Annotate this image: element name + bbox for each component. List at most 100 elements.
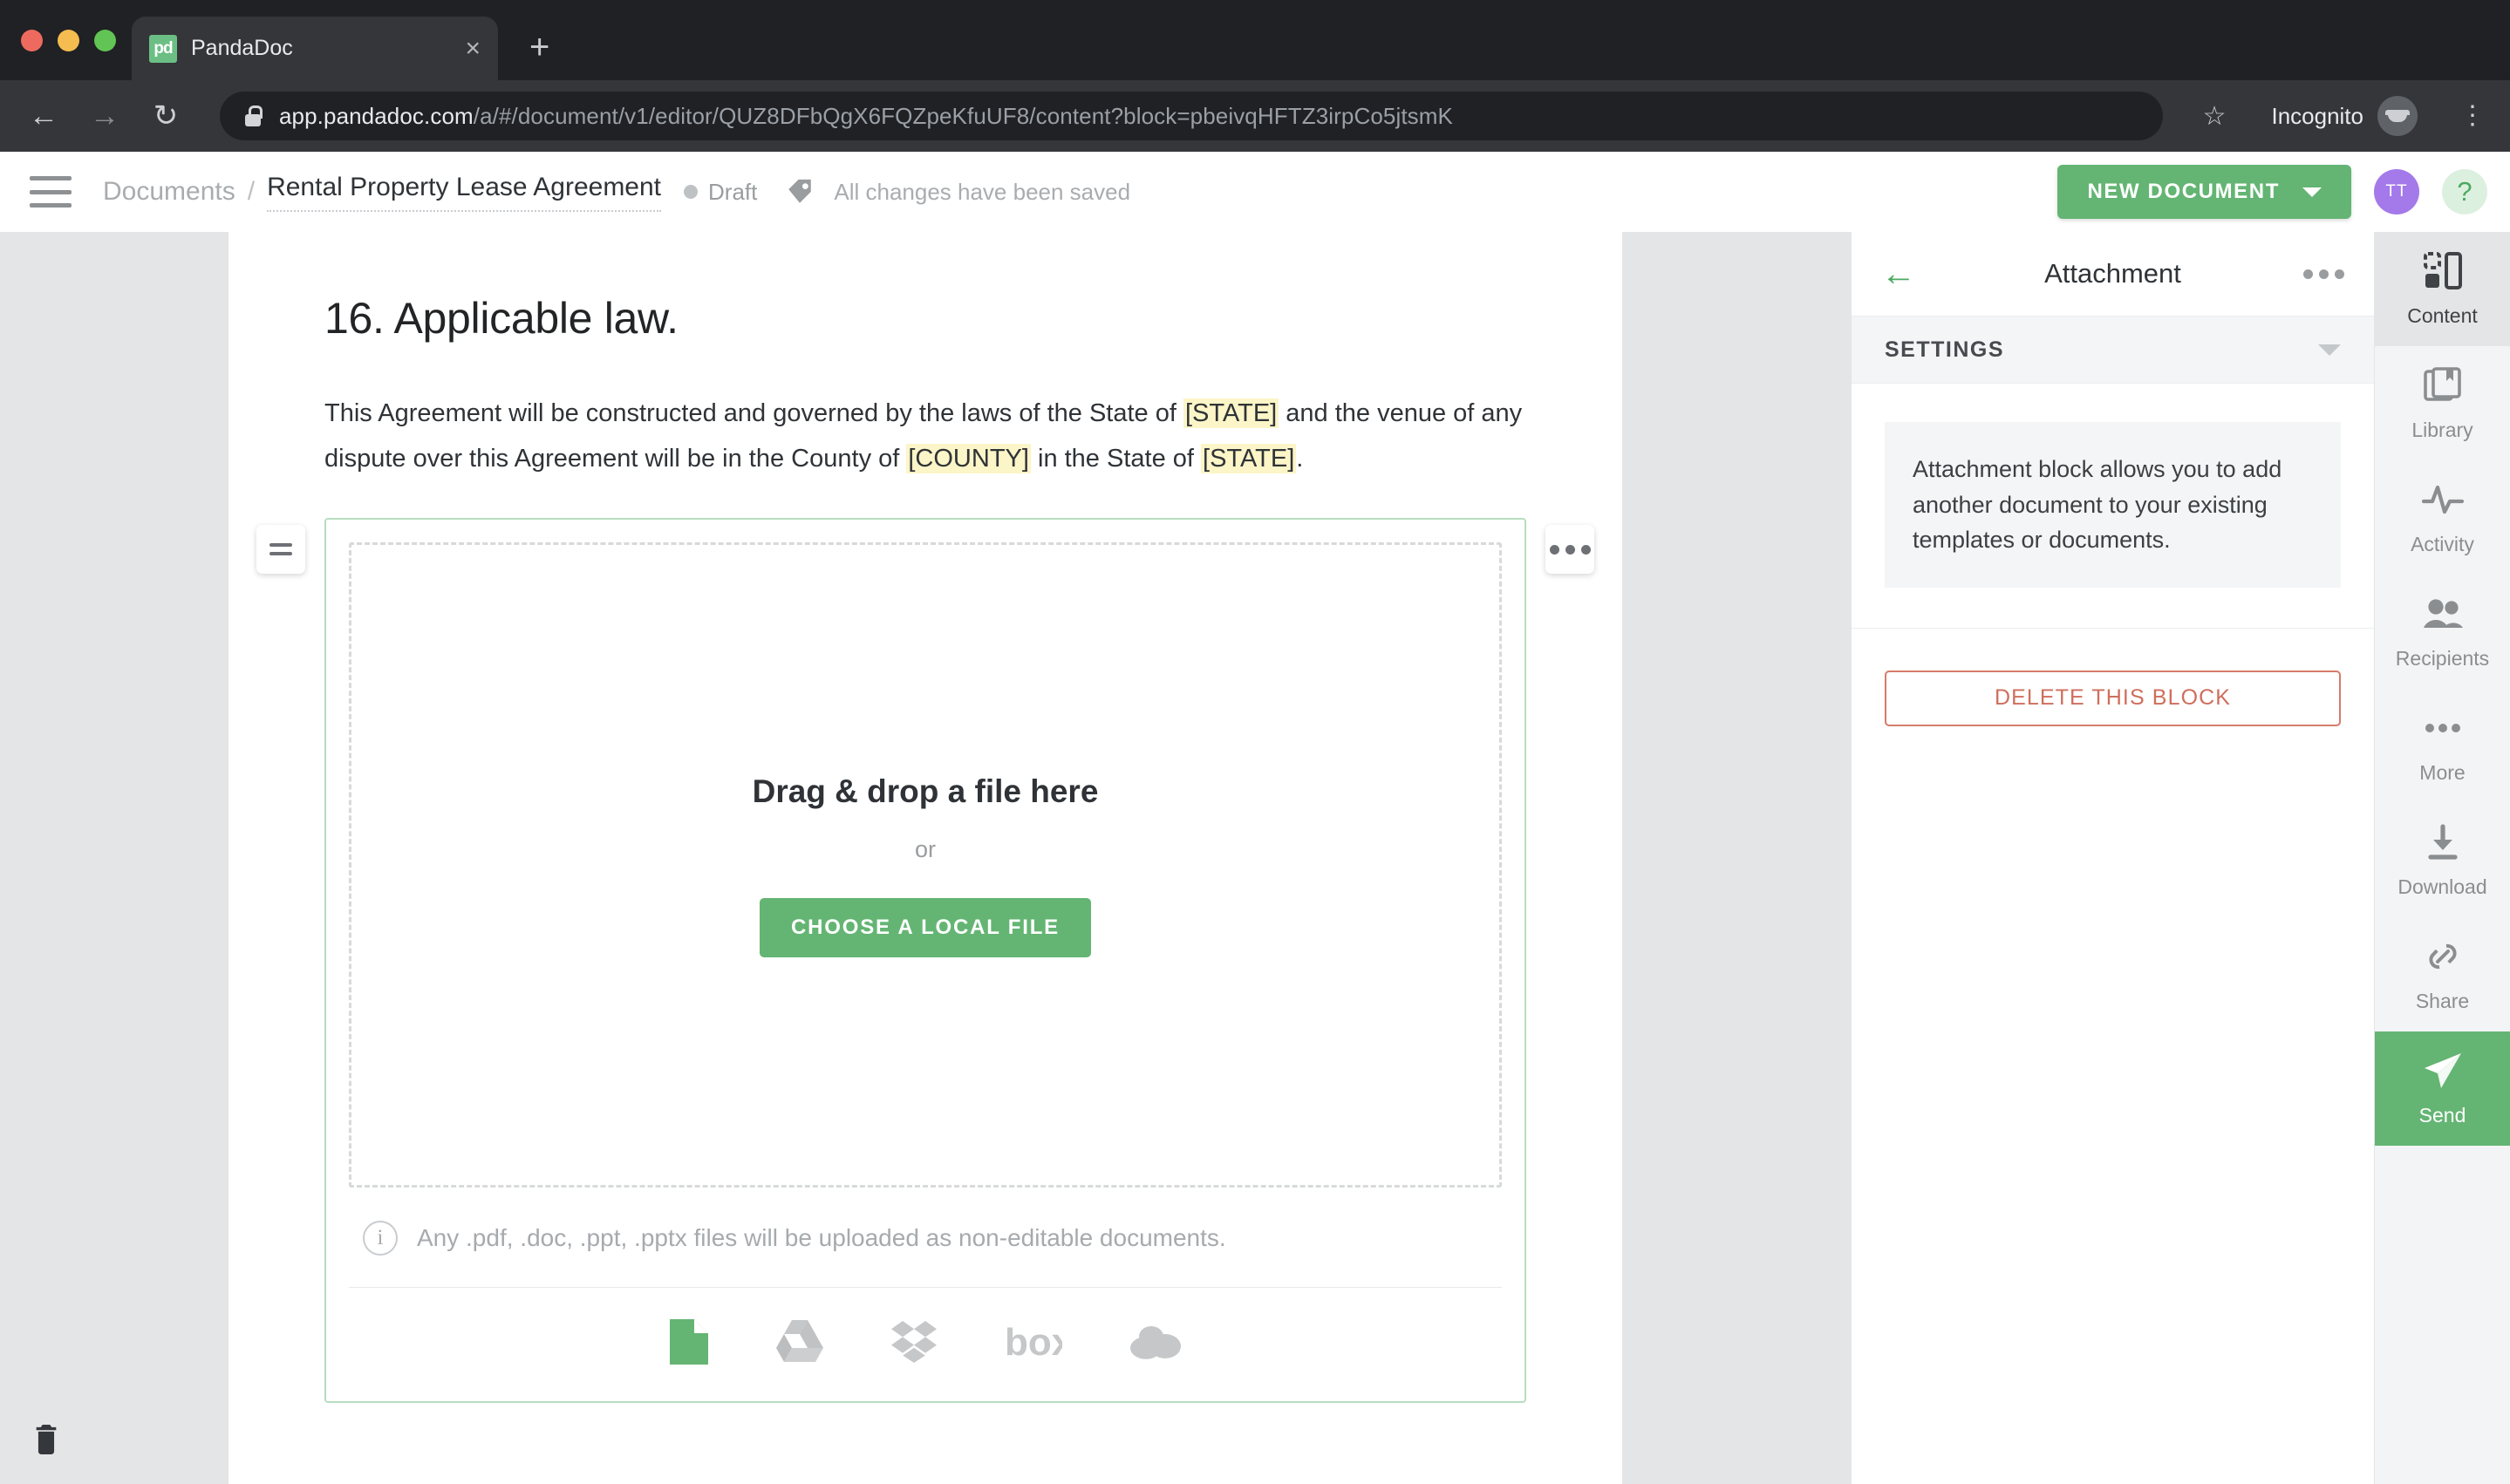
- local-file-icon[interactable]: [670, 1319, 708, 1365]
- file-dropzone[interactable]: Drag & drop a file here or CHOOSE A LOCA…: [349, 542, 1502, 1188]
- rail-label-more: More: [2419, 761, 2466, 784]
- browser-menu-icon[interactable]: ⋮: [2459, 103, 2486, 129]
- rail-item-recipients[interactable]: Recipients: [2375, 575, 2510, 689]
- rail-label-download: Download: [2397, 875, 2487, 898]
- url-path: /a/#/document/v1/editor/QUZ8DFbQgX6FQZpe…: [473, 102, 1453, 129]
- pandadoc-app: Documents / Rental Property Lease Agreem…: [0, 152, 2510, 1484]
- chevron-down-icon: [2318, 344, 2341, 356]
- browser-toolbar: ← → ↻ app.pandadoc.com/a/#/document/v1/e…: [0, 80, 2510, 152]
- drag-handle[interactable]: [256, 525, 305, 575]
- close-tab-icon[interactable]: ×: [465, 35, 481, 62]
- rail-item-activity[interactable]: Activity: [2375, 460, 2510, 575]
- rail-item-more[interactable]: More: [2375, 689, 2510, 803]
- new-document-button[interactable]: NEW DOCUMENT: [2057, 165, 2351, 219]
- token-county[interactable]: [COUNTY]: [906, 444, 1031, 474]
- dropbox-icon[interactable]: [891, 1321, 937, 1364]
- incognito-avatar[interactable]: [2377, 96, 2418, 136]
- address-bar[interactable]: app.pandadoc.com/a/#/document/v1/editor/…: [220, 92, 2163, 140]
- incognito-label: Incognito: [2271, 102, 2363, 129]
- main-menu-icon[interactable]: [30, 176, 72, 208]
- panel-settings-label: SETTINGS: [1885, 337, 2005, 362]
- panel-description: Attachment block allows you to add anoth…: [1885, 422, 2341, 588]
- more-icon: [2424, 707, 2462, 749]
- section-heading: 16. Applicable law.: [324, 294, 679, 343]
- app-header-actions: NEW DOCUMENT TT ?: [2057, 165, 2487, 219]
- right-gutter: [1622, 232, 1851, 1484]
- window-traffic-lights: [16, 0, 132, 80]
- recipients-icon: [2422, 593, 2464, 635]
- share-icon: [2425, 936, 2461, 977]
- panel-back-icon[interactable]: ←: [1881, 256, 1916, 291]
- document-page: 16. Applicable law. This Agreement will …: [228, 232, 1622, 1484]
- paragraph-part-3: in the State of: [1030, 445, 1202, 473]
- status-dot-icon: [684, 185, 699, 199]
- onedrive-icon[interactable]: [1130, 1324, 1181, 1360]
- send-icon: [2423, 1050, 2463, 1092]
- attachment-note-text: Any .pdf, .doc, .ppt, .pptx files will b…: [417, 1224, 1226, 1252]
- workspace: 16. Applicable law. This Agreement will …: [0, 232, 2510, 1484]
- rail-item-content[interactable]: Content: [2375, 232, 2510, 346]
- rail-item-library[interactable]: Library: [2375, 346, 2510, 460]
- attachment-note-row: i Any .pdf, .doc, .ppt, .pptx files will…: [349, 1188, 1502, 1287]
- tag-icon[interactable]: [785, 177, 815, 207]
- help-icon[interactable]: ?: [2442, 169, 2487, 214]
- document-canvas: 16. Applicable law. This Agreement will …: [228, 232, 1622, 1484]
- new-document-label: NEW DOCUMENT: [2087, 180, 2280, 203]
- breadcrumb-separator: /: [247, 177, 256, 206]
- panel-header: ← Attachment: [1852, 232, 2374, 316]
- lock-icon: [244, 106, 263, 126]
- reload-icon[interactable]: ↻: [147, 101, 185, 131]
- choose-local-file-button[interactable]: CHOOSE A LOCAL FILE: [760, 897, 1091, 957]
- trash-icon[interactable]: [31, 1422, 61, 1461]
- delete-block-button[interactable]: DELETE THIS BLOCK: [1885, 670, 2341, 726]
- minimize-window-button[interactable]: [58, 29, 79, 51]
- svg-text:box: box: [1005, 1324, 1062, 1360]
- attachment-block-wrapper: Drag & drop a file here or CHOOSE A LOCA…: [256, 518, 1594, 1404]
- browser-tab[interactable]: pd PandaDoc ×: [132, 17, 498, 80]
- breadcrumb-documents[interactable]: Documents: [103, 177, 235, 207]
- rail-label-share: Share: [2415, 990, 2470, 1012]
- panel-settings-section-header[interactable]: SETTINGS: [1852, 316, 2374, 384]
- ellipsis-icon: [1549, 544, 1591, 555]
- rail-label-activity: Activity: [2411, 533, 2474, 555]
- rail-label-send: Send: [2418, 1104, 2466, 1127]
- autosave-status: All changes have been saved: [834, 178, 1131, 205]
- paragraph-part-4: .: [1296, 445, 1304, 473]
- panel-title: Attachment: [2044, 258, 2181, 289]
- token-state-1[interactable]: [STATE]: [1183, 398, 1279, 428]
- download-icon: [2424, 821, 2462, 863]
- incognito-indicator[interactable]: Incognito: [2271, 96, 2418, 136]
- rail-item-share[interactable]: Share: [2375, 917, 2510, 1031]
- drag-handle-icon: [269, 543, 292, 556]
- token-state-2[interactable]: [STATE]: [1201, 444, 1297, 474]
- google-drive-icon[interactable]: [776, 1320, 823, 1364]
- document-title-field[interactable]: Rental Property Lease Agreement: [267, 173, 662, 212]
- library-icon: [2423, 364, 2462, 406]
- close-window-button[interactable]: [21, 29, 43, 51]
- section-paragraph: This Agreement will be constructed and g…: [324, 391, 1526, 481]
- avatar[interactable]: TT: [2374, 169, 2419, 214]
- chevron-down-icon: [2302, 187, 2322, 197]
- dropzone-title: Drag & drop a file here: [752, 773, 1099, 809]
- forward-icon[interactable]: →: [85, 101, 124, 131]
- content-icon: [2423, 250, 2462, 292]
- dropzone-or-label: or: [914, 835, 936, 862]
- tab-title: PandaDoc: [191, 36, 293, 60]
- status-badge: Draft: [684, 179, 757, 206]
- panel-divider: [1852, 627, 2374, 629]
- browser-tabstrip: pd PandaDoc × +: [0, 0, 2510, 80]
- back-icon[interactable]: ←: [24, 101, 63, 131]
- bookmark-star-icon[interactable]: ☆: [2203, 101, 2227, 132]
- new-tab-icon[interactable]: +: [529, 30, 549, 65]
- rail-item-send[interactable]: Send: [2375, 1031, 2510, 1146]
- rail-item-download[interactable]: Download: [2375, 803, 2510, 917]
- pandadoc-favicon: pd: [149, 34, 177, 63]
- panel-more-icon[interactable]: [2303, 269, 2344, 279]
- box-icon[interactable]: box: [1005, 1324, 1062, 1360]
- rail-label-library: Library: [2411, 419, 2473, 441]
- rail-label-content: Content: [2407, 304, 2478, 327]
- status-label: Draft: [708, 178, 758, 205]
- maximize-window-button[interactable]: [94, 29, 116, 51]
- cloud-services-row: box: [349, 1287, 1502, 1401]
- block-more-button[interactable]: [1545, 525, 1594, 575]
